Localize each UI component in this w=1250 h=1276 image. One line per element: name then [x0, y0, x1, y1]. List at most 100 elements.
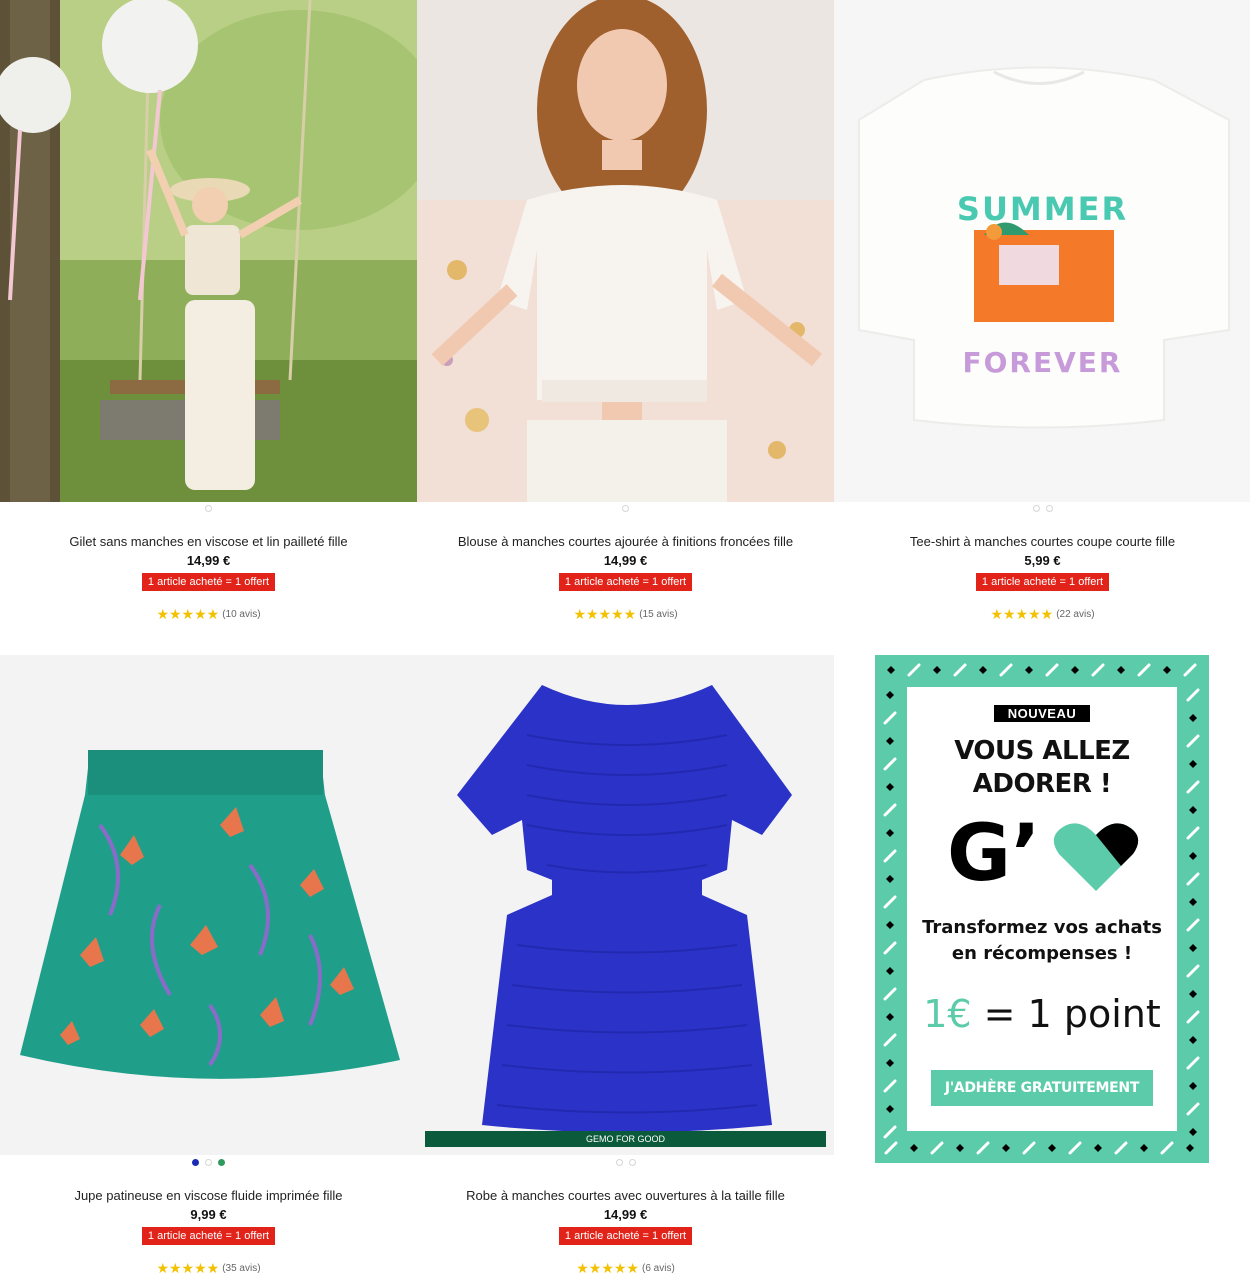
color-swatch[interactable]: [1045, 505, 1053, 512]
points-euro: 1€: [923, 992, 972, 1036]
banner-content: NOUVEAU VOUS ALLEZ ADORER ! G’ Transform…: [907, 687, 1177, 1131]
color-swatch[interactable]: [1032, 505, 1040, 512]
product-rating[interactable]: ★★★★★ (35 avis): [0, 1260, 417, 1276]
frame-diamond-mark: [886, 875, 894, 883]
frame-dash-mark: [1186, 1010, 1200, 1024]
frame-diamond-mark: [886, 829, 894, 837]
frame-dash-mark: [1186, 688, 1200, 702]
subline-1: Transformez vos achats: [922, 917, 1162, 938]
color-swatches: [0, 505, 417, 515]
frame-dash-mark: [883, 987, 897, 1001]
headline-line-1: VOUS ALLEZ: [954, 736, 1130, 766]
frame-dash-mark: [1045, 663, 1059, 677]
product-image[interactable]: GEMO FOR GOOD: [417, 655, 834, 1155]
color-swatch[interactable]: [205, 1159, 212, 1166]
product-image[interactable]: SUMMER FOREVER: [834, 0, 1250, 502]
frame-dash-mark: [883, 803, 897, 817]
frame-diamond-mark: [886, 783, 894, 791]
rating-stars-icon: ★★★★★: [573, 606, 637, 623]
product-rating[interactable]: ★★★★★ (6 avis): [417, 1260, 834, 1276]
headline-line-2: ADORER !: [972, 769, 1112, 799]
promo-wrap: 1 article acheté = 1 offert: [834, 572, 1250, 591]
frame-diamond-mark: [956, 1144, 964, 1152]
frame-diamond-mark: [910, 1144, 918, 1152]
product-rating[interactable]: ★★★★★ (22 avis): [834, 606, 1250, 623]
product-price: 14,99 €: [603, 1207, 648, 1222]
promo-badge: 1 article acheté = 1 offert: [558, 1227, 693, 1245]
frame-diamond-mark: [1025, 666, 1033, 674]
frame-dash-mark: [1186, 1102, 1200, 1116]
color-swatch[interactable]: [218, 1159, 225, 1166]
product-title[interactable]: Tee-shirt à manches courtes coupe courte…: [834, 534, 1250, 549]
color-swatches: [834, 505, 1250, 515]
frame-dash-mark: [883, 1033, 897, 1047]
color-swatches: [417, 1159, 834, 1169]
frame-dash-mark: [1186, 964, 1200, 978]
frame-dash-mark: [884, 1141, 898, 1155]
frame-dash-mark: [1137, 663, 1151, 677]
new-tag-label: NOUVEAU: [993, 705, 1091, 722]
frame-dash-mark: [999, 663, 1013, 677]
frame-dash-mark: [1186, 1056, 1200, 1070]
join-free-button[interactable]: J'ADHÈRE GRATUITEMENT: [931, 1070, 1153, 1106]
promo-wrap: 1 article acheté = 1 offert: [0, 572, 417, 591]
gemo-for-good-badge: GEMO FOR GOOD: [425, 1131, 826, 1147]
frame-diamond-mark: [933, 666, 941, 674]
product-price: 14,99 €: [186, 553, 231, 568]
frame-dash-mark: [953, 663, 967, 677]
color-swatch[interactable]: [192, 1159, 199, 1166]
frame-diamond-mark: [1140, 1144, 1148, 1152]
promo-wrap: 1 article acheté = 1 offert: [417, 572, 834, 591]
color-swatch[interactable]: [615, 1159, 623, 1166]
frame-dash-mark: [1186, 826, 1200, 840]
new-tag: NOUVEAU: [907, 705, 1177, 723]
product-rating[interactable]: ★★★★★ (15 avis): [417, 606, 834, 623]
frame-dash-mark: [976, 1141, 990, 1155]
frame-diamond-mark: [1117, 666, 1125, 674]
frame-diamond-mark: [1189, 714, 1197, 722]
frame-diamond-mark: [1189, 898, 1197, 906]
frame-dash-mark: [883, 757, 897, 771]
frame-diamond-mark: [886, 737, 894, 745]
frame-diamond-mark: [1094, 1144, 1102, 1152]
product-image[interactable]: [0, 0, 417, 502]
promo-badge: 1 article acheté = 1 offert: [141, 573, 276, 591]
color-swatch[interactable]: [622, 505, 629, 512]
frame-dash-mark: [1160, 1141, 1174, 1155]
review-count: (10 avis): [222, 609, 261, 621]
product-image[interactable]: [0, 655, 417, 1155]
frame-diamond-mark: [1189, 1036, 1197, 1044]
frame-diamond-mark: [1189, 1082, 1197, 1090]
banner-subline: Transformez vos achats en récompenses !: [907, 915, 1177, 967]
rating-stars-icon: ★★★★★: [576, 1260, 639, 1276]
heart-icon: [1053, 823, 1139, 891]
product-title[interactable]: Gilet sans manches en viscose et lin pai…: [0, 534, 417, 549]
color-swatches: [0, 1159, 417, 1169]
product-image[interactable]: [417, 0, 834, 502]
gemo-heart-logo: G’: [947, 809, 1139, 899]
subline-2: en récompenses !: [951, 943, 1133, 964]
points-rest: = 1 point: [971, 992, 1161, 1036]
frame-diamond-mark: [886, 691, 894, 699]
frame-dash-mark: [1186, 780, 1200, 794]
frame-diamond-mark: [1189, 806, 1197, 814]
frame-dash-mark: [1091, 663, 1105, 677]
frame-diamond-mark: [1002, 1144, 1010, 1152]
frame-diamond-mark: [1189, 944, 1197, 952]
color-swatch[interactable]: [205, 505, 212, 512]
frame-diamond-mark: [1189, 760, 1197, 768]
review-count: (22 avis): [1056, 609, 1095, 621]
product-rating[interactable]: ★★★★★ (10 avis): [0, 606, 417, 623]
loyalty-banner[interactable]: NOUVEAU VOUS ALLEZ ADORER ! G’ Transform…: [875, 655, 1209, 1163]
frame-diamond-mark: [886, 1105, 894, 1113]
frame-dash-mark: [883, 849, 897, 863]
review-count: (15 avis): [639, 609, 678, 621]
frame-dash-mark: [1183, 663, 1197, 677]
promo-badge: 1 article acheté = 1 offert: [975, 573, 1110, 591]
product-title[interactable]: Blouse à manches courtes ajourée à finit…: [417, 534, 834, 549]
frame-diamond-mark: [1048, 1144, 1056, 1152]
frame-dash-mark: [1186, 918, 1200, 932]
color-swatch[interactable]: [628, 1159, 636, 1166]
product-title[interactable]: Robe à manches courtes avec ouvertures à…: [417, 1188, 834, 1203]
product-title[interactable]: Jupe patineuse en viscose fluide imprimé…: [0, 1188, 417, 1203]
